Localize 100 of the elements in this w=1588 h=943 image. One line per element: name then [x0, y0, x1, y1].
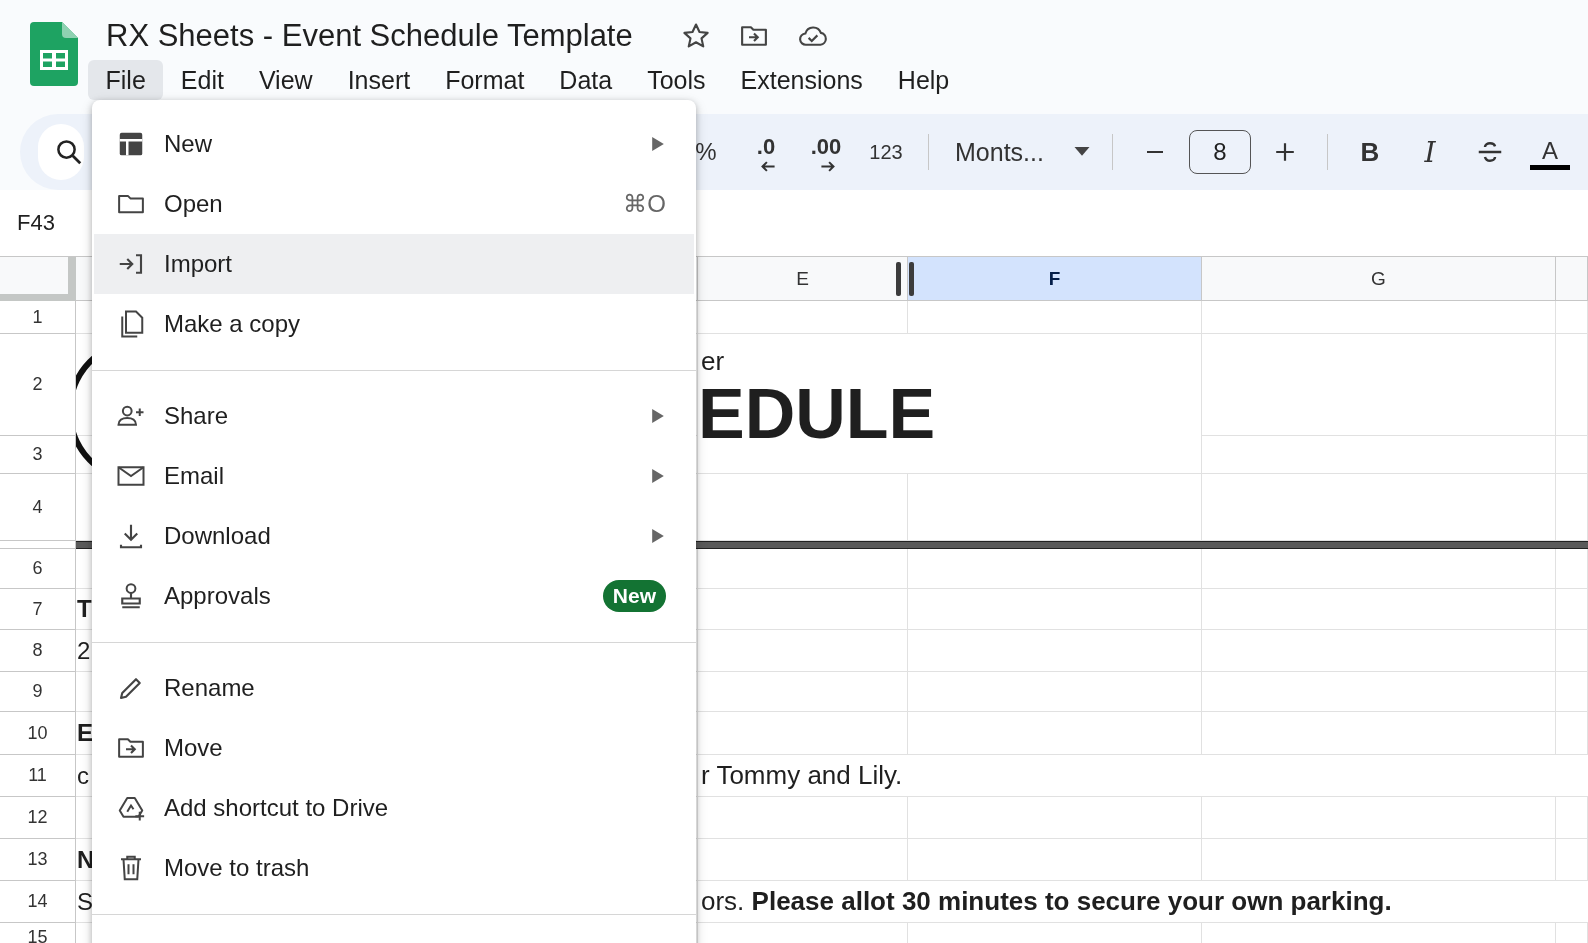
sheet-cell[interactable] — [698, 630, 908, 672]
row-header[interactable]: 2 — [0, 334, 76, 436]
menu-bar-item[interactable]: Tools — [629, 60, 724, 100]
row-header[interactable]: 7 — [0, 589, 76, 630]
sheet-cell[interactable] — [1556, 712, 1588, 755]
heading-text: EDULE — [698, 379, 936, 449]
column-header[interactable]: F — [908, 257, 1202, 301]
sheet-cell[interactable] — [1202, 712, 1556, 755]
new-badge: New — [602, 580, 666, 612]
spreadsheet-logo[interactable] — [30, 22, 78, 86]
menu-item[interactable]: Open ⌘O — [92, 174, 696, 234]
font-size-field[interactable]: 8 — [1188, 130, 1251, 174]
sheet-cell[interactable] — [1202, 301, 1556, 334]
sheet-cell[interactable] — [1202, 672, 1556, 712]
sheet-cell[interactable] — [1202, 797, 1556, 839]
menu-item[interactable]: Move to trash — [92, 838, 696, 898]
cell-text: E — [77, 719, 93, 747]
column-header[interactable]: E — [698, 257, 908, 301]
menu-bar-item[interactable]: Format — [427, 60, 542, 100]
row-header[interactable]: 13 — [0, 839, 76, 881]
sheet-cell[interactable] — [698, 839, 908, 881]
sheet-cell[interactable] — [698, 797, 908, 839]
row-header[interactable]: 10 — [0, 712, 76, 755]
italic-button[interactable]: I — [1401, 130, 1458, 174]
menu-bar-item[interactable]: View — [241, 60, 331, 100]
row-header[interactable]: 8 — [0, 630, 76, 672]
sheet-cell[interactable] — [698, 672, 908, 712]
menu-bar-item[interactable]: Insert — [330, 60, 428, 100]
plus-icon — [1273, 141, 1296, 163]
sheet-cell[interactable] — [908, 672, 1202, 712]
column-resize-handle[interactable] — [896, 262, 916, 296]
menu-item[interactable]: Share — [92, 386, 696, 446]
number-format-button[interactable]: 123 — [858, 130, 914, 174]
menu-item[interactable]: Rename — [92, 658, 696, 718]
menu-item[interactable]: Add shortcut to Drive — [92, 778, 696, 838]
row-header[interactable]: 11 — [0, 755, 76, 797]
submenu-arrow-icon — [652, 137, 664, 151]
menu-item[interactable]: Move — [92, 718, 696, 778]
menu-bar-item[interactable]: Data — [541, 60, 630, 100]
cell-text: er — [701, 346, 725, 377]
cell-text: ors. Please allot 30 minutes to secure your own parking. — [701, 886, 1392, 917]
menu-item[interactable]: Download — [92, 506, 696, 566]
document-title[interactable]: RX Sheets - Event Schedule Template — [106, 18, 633, 54]
sheet-cell[interactable] — [1556, 334, 1588, 436]
menu-item[interactable]: Approvals New — [92, 566, 696, 626]
bold-button[interactable]: B — [1341, 130, 1398, 174]
sheet-cell[interactable] — [908, 589, 1202, 630]
sheet-cell[interactable] — [1556, 797, 1588, 839]
sheet-cell[interactable] — [908, 630, 1202, 672]
sheet-cell[interactable] — [1202, 436, 1556, 474]
sheet-cell[interactable] — [698, 301, 908, 334]
row-header[interactable]: 4 — [0, 474, 76, 541]
sheet-cell[interactable] — [1556, 436, 1588, 474]
sheet-cell[interactable] — [1556, 839, 1588, 881]
menu-item[interactable]: Email — [92, 446, 696, 506]
sheet-cell[interactable] — [1202, 839, 1556, 881]
column-header[interactable] — [1556, 257, 1588, 301]
menu-bar-item[interactable]: File — [88, 60, 164, 100]
row-header[interactable]: 12 — [0, 797, 76, 839]
sheet-cell[interactable] — [698, 589, 908, 630]
merged-cell[interactable]: er EDULE — [698, 334, 1202, 474]
row-header[interactable] — [0, 541, 76, 549]
sheet-cell[interactable]: r Tommy and Lily. — [698, 755, 1588, 797]
column-header[interactable]: G — [1202, 257, 1556, 301]
name-box[interactable]: F43 — [17, 210, 55, 236]
row-header[interactable]: 14 — [0, 881, 76, 923]
sheet-cell[interactable] — [908, 839, 1202, 881]
search-button[interactable] — [38, 124, 84, 180]
sheet-cell[interactable] — [908, 301, 1202, 334]
menu-bar-item[interactable]: Extensions — [723, 60, 881, 100]
row-header[interactable]: 3 — [0, 436, 76, 474]
decrease-decimal-button[interactable]: .0 — [738, 130, 794, 174]
cell-text: 2 — [77, 636, 91, 665]
minus-icon — [1145, 151, 1164, 153]
sheet-cell[interactable] — [1556, 672, 1588, 712]
sheet-cell[interactable] — [908, 797, 1202, 839]
font-dropdown[interactable]: Monts... — [941, 130, 1100, 174]
menu-item[interactable]: Make a copy — [92, 294, 696, 354]
row-header[interactable]: 6 — [0, 549, 76, 589]
text-color-button[interactable]: A — [1529, 134, 1570, 170]
menu-item[interactable]: Import — [94, 234, 694, 294]
sheet-cell[interactable] — [1556, 589, 1588, 630]
sheet-cell[interactable] — [1556, 301, 1588, 334]
shortcut-text: ⌘O — [623, 190, 666, 218]
sheet-cell[interactable] — [1202, 630, 1556, 672]
sheet-cell[interactable] — [1202, 334, 1556, 436]
sheet-cell[interactable] — [1202, 589, 1556, 630]
sheet-cell[interactable] — [908, 712, 1202, 755]
sheet-cell[interactable]: ors. Please allot 30 minutes to secure your own parking. — [698, 881, 1588, 923]
search-icon — [54, 137, 84, 167]
menu-bar-item[interactable]: Edit — [163, 60, 242, 100]
sheet-cell[interactable] — [1556, 630, 1588, 672]
menu-bar-item[interactable]: Help — [880, 60, 967, 100]
select-all-corner[interactable] — [0, 257, 76, 301]
row-header[interactable]: 1 — [0, 301, 76, 334]
submenu-arrow-icon — [652, 409, 664, 423]
increase-decimal-button[interactable]: .00 — [798, 130, 854, 174]
arrow-left-icon — [760, 161, 776, 172]
sheet-cell[interactable] — [698, 712, 908, 755]
row-header[interactable]: 9 — [0, 672, 76, 712]
